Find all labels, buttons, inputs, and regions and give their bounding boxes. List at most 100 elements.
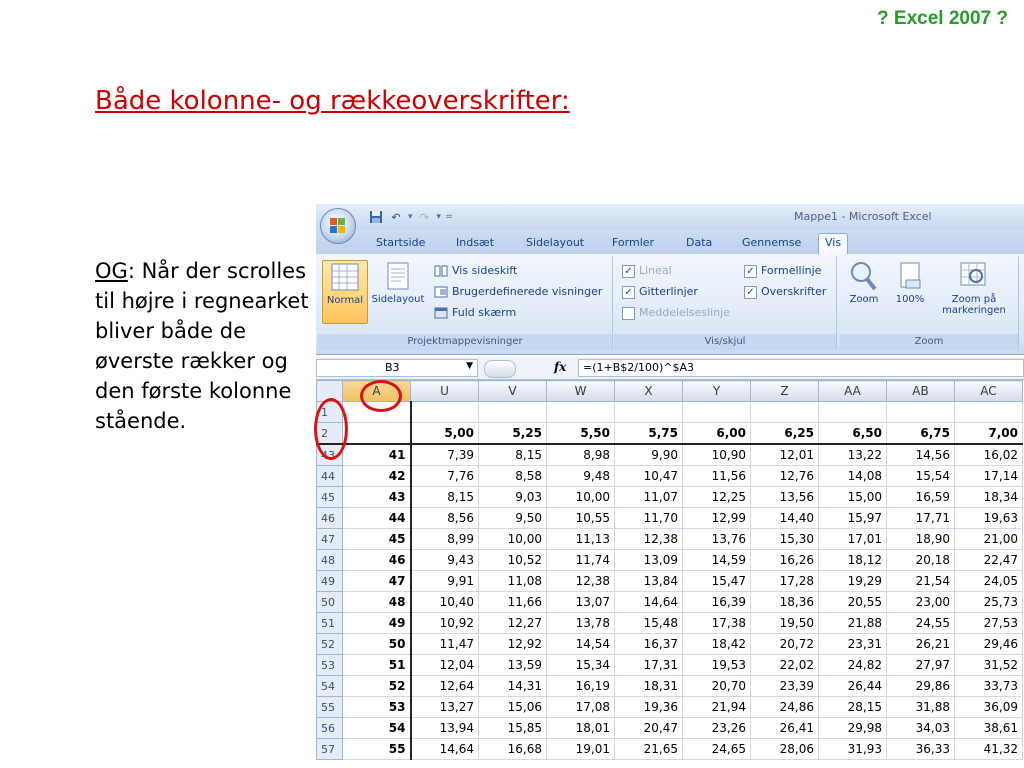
cell[interactable]: 11,70: [614, 507, 683, 529]
cell[interactable]: 11,13: [546, 528, 615, 550]
cell[interactable]: 15,34: [546, 654, 615, 676]
cell[interactable]: 5,50: [546, 422, 615, 445]
page-break-preview-button[interactable]: Vis sideskift: [434, 262, 517, 280]
row-header[interactable]: 54: [316, 675, 343, 697]
cell[interactable]: 18,42: [682, 633, 751, 655]
cell[interactable]: 14,08: [818, 465, 887, 487]
cell[interactable]: 15,30: [750, 528, 819, 550]
page-layout-view-button[interactable]: Sidelayout: [368, 260, 428, 322]
cell[interactable]: 24,05: [954, 570, 1023, 592]
cell[interactable]: 19,29: [818, 570, 887, 592]
message-bar-checkbox[interactable]: ✓ Meddelelseslinje: [622, 304, 730, 322]
cell[interactable]: 33,73: [954, 675, 1023, 697]
cell[interactable]: 26,44: [818, 675, 887, 697]
tab-formler[interactable]: Formler: [606, 234, 660, 252]
cell[interactable]: 8,99: [410, 528, 479, 550]
cell[interactable]: 28,15: [818, 696, 887, 718]
row-header[interactable]: 52: [316, 633, 343, 655]
cell[interactable]: 5,00: [410, 422, 479, 445]
row-header[interactable]: 45: [316, 486, 343, 508]
cell[interactable]: 14,31: [478, 675, 547, 697]
cell[interactable]: 5,75: [614, 422, 683, 445]
cell[interactable]: 9,43: [410, 549, 479, 571]
cell[interactable]: 13,94: [410, 717, 479, 739]
cell[interactable]: 12,64: [410, 675, 479, 697]
cell[interactable]: 15,06: [478, 696, 547, 718]
cell-a[interactable]: 48: [342, 591, 412, 613]
undo-dropdown-icon[interactable]: ▾: [408, 212, 413, 222]
cell[interactable]: 8,58: [478, 465, 547, 487]
headings-checkbox[interactable]: ✓ Overskrifter: [744, 283, 826, 301]
cell[interactable]: 10,40: [410, 591, 479, 613]
worksheet-grid[interactable]: A U V W X Y Z AA AB AC 1 2 5,00 5,25 5,50 5,75 6,00 6,25 6…: [316, 380, 1024, 768]
cell[interactable]: 13,76: [682, 528, 751, 550]
column-header-v[interactable]: V: [478, 380, 547, 402]
cell[interactable]: 8,15: [410, 486, 479, 508]
cell[interactable]: 15,00: [818, 486, 887, 508]
cell[interactable]: 22,47: [954, 549, 1023, 571]
zoom-to-selection-button[interactable]: Zoom på markeringen: [934, 260, 1014, 334]
cell[interactable]: 13,07: [546, 591, 615, 613]
cell[interactable]: 21,54: [886, 570, 955, 592]
office-button[interactable]: [320, 208, 356, 244]
cell[interactable]: 11,56: [682, 465, 751, 487]
cell-a[interactable]: 47: [342, 570, 412, 592]
cell[interactable]: 13,84: [614, 570, 683, 592]
cell-a[interactable]: 46: [342, 549, 412, 571]
cell[interactable]: 10,00: [478, 528, 547, 550]
cell[interactable]: 8,98: [546, 443, 615, 466]
cell[interactable]: 17,08: [546, 696, 615, 718]
cell[interactable]: 23,39: [750, 675, 819, 697]
cell[interactable]: 8,56: [410, 507, 479, 529]
cell[interactable]: 14,56: [886, 443, 955, 466]
cell[interactable]: 20,72: [750, 633, 819, 655]
cell[interactable]: 15,97: [818, 507, 887, 529]
cell[interactable]: 23,00: [886, 591, 955, 613]
cell[interactable]: 20,47: [614, 717, 683, 739]
cell-a[interactable]: 55: [342, 738, 412, 760]
name-box-dropdown-icon[interactable]: ▼: [466, 361, 473, 371]
cell[interactable]: 41,32: [954, 738, 1023, 760]
cell[interactable]: 18,90: [886, 528, 955, 550]
tab-indsaet[interactable]: Indsæt: [450, 234, 500, 252]
row-header[interactable]: 56: [316, 717, 343, 739]
cell[interactable]: 14,54: [546, 633, 615, 655]
cell[interactable]: 29,86: [886, 675, 955, 697]
cell[interactable]: 19,01: [546, 738, 615, 760]
cell[interactable]: 6,25: [750, 422, 819, 445]
tab-gennemse[interactable]: Gennemse: [736, 234, 807, 252]
cell[interactable]: 11,74: [546, 549, 615, 571]
cell[interactable]: 17,71: [886, 507, 955, 529]
cell[interactable]: 27,97: [886, 654, 955, 676]
cell[interactable]: 31,88: [886, 696, 955, 718]
cell[interactable]: 31,93: [818, 738, 887, 760]
cell[interactable]: 17,31: [614, 654, 683, 676]
cell[interactable]: 12,25: [682, 486, 751, 508]
cell[interactable]: 18,36: [750, 591, 819, 613]
row-header[interactable]: 48: [316, 549, 343, 571]
cell[interactable]: 31,52: [954, 654, 1023, 676]
cell[interactable]: [682, 401, 751, 423]
cell[interactable]: 6,00: [682, 422, 751, 445]
cell[interactable]: 26,21: [886, 633, 955, 655]
cell[interactable]: 12,92: [478, 633, 547, 655]
cell[interactable]: 16,37: [614, 633, 683, 655]
cell[interactable]: 10,00: [546, 486, 615, 508]
cell[interactable]: 12,27: [478, 612, 547, 634]
column-header-ab[interactable]: AB: [886, 380, 955, 402]
zoom-button[interactable]: Zoom: [842, 260, 886, 322]
row-header[interactable]: 47: [316, 528, 343, 550]
row-header[interactable]: 55: [316, 696, 343, 718]
cell[interactable]: [954, 401, 1023, 423]
cell[interactable]: 22,02: [750, 654, 819, 676]
cell-a[interactable]: 44: [342, 507, 412, 529]
cell[interactable]: 8,15: [478, 443, 547, 466]
cell[interactable]: 10,92: [410, 612, 479, 634]
cell[interactable]: 21,94: [682, 696, 751, 718]
cell[interactable]: 21,65: [614, 738, 683, 760]
cell[interactable]: 10,90: [682, 443, 751, 466]
cell[interactable]: 13,09: [614, 549, 683, 571]
cell[interactable]: 21,00: [954, 528, 1023, 550]
cell[interactable]: 17,14: [954, 465, 1023, 487]
cell[interactable]: 38,61: [954, 717, 1023, 739]
